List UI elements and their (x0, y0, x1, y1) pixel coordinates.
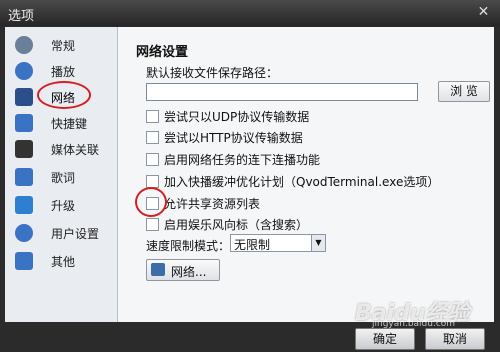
sidebar-item-label: 媒体关联 (51, 143, 100, 157)
title-bar: 选项 ✕ (0, 0, 500, 26)
network-icon (15, 88, 33, 106)
checkbox[interactable] (146, 175, 159, 188)
checkbox[interactable] (146, 218, 159, 231)
sidebar-item-shortcuts[interactable]: 快捷键 (5, 111, 117, 135)
sidebar-item-general[interactable]: 常规 (5, 33, 117, 57)
film-icon (15, 140, 33, 158)
option-label: 尝试以HTTP协议传输数据 (164, 131, 303, 145)
other-icon (15, 252, 33, 270)
ok-button[interactable]: 确定 (355, 328, 415, 350)
option-label: 尝试只以UDP协议传输数据 (164, 110, 310, 124)
sidebar-item-label: 播放 (51, 65, 76, 79)
speed-limit-select[interactable]: 无限制 ▼ (230, 234, 326, 252)
checkbox[interactable] (146, 131, 159, 144)
sidebar-item-label: 用户设置 (51, 227, 100, 241)
sidebar-item-user-settings[interactable]: 用户设置 (5, 221, 117, 245)
user-icon (15, 224, 33, 242)
watermark-url: jingyan.baidu.com (372, 319, 456, 329)
sidebar-item-media-association[interactable]: 媒体关联 (5, 137, 117, 161)
speed-limit-value: 无限制 (234, 238, 271, 252)
network-button[interactable]: 网络... (146, 259, 220, 281)
window-title: 选项 (8, 9, 35, 24)
option-label: 启用娱乐风向标（含搜索） (164, 218, 309, 232)
option-label: 允许共享资源列表 (164, 197, 261, 211)
red-highlight-circle (37, 81, 91, 109)
shortcut-icon (15, 114, 33, 132)
option-label: 加入快播缓冲优化计划（QvodTerminal.exe选项） (164, 175, 440, 189)
sidebar-item-other[interactable]: 其他 (5, 249, 117, 273)
browse-button[interactable]: 浏 览 (438, 81, 490, 102)
save-path-label: 默认接收文件保存路径： (146, 66, 279, 80)
section-heading: 网络设置 (136, 45, 189, 60)
red-highlight-circle (135, 187, 167, 217)
gear-icon (15, 36, 33, 54)
checkbox[interactable] (146, 110, 159, 123)
sidebar: 常规 播放 网络 快捷键 媒体关联 歌词 升级 用户设置 其他 (5, 27, 118, 322)
sidebar-item-label: 快捷键 (51, 117, 88, 131)
network-settings-icon (151, 263, 165, 276)
close-button[interactable]: ✕ (475, 4, 492, 21)
play-icon (15, 62, 33, 80)
checkbox[interactable] (146, 153, 159, 166)
cancel-button[interactable]: 取消 (425, 328, 485, 350)
sidebar-item-label: 其他 (51, 255, 76, 269)
sidebar-item-lyrics[interactable]: 歌词 (5, 165, 117, 189)
chevron-down-icon[interactable]: ▼ (311, 235, 325, 251)
sidebar-item-label: 歌词 (51, 171, 76, 185)
sidebar-item-label: 常规 (51, 39, 76, 53)
network-button-label: 网络... (171, 265, 207, 279)
save-path-input[interactable] (146, 83, 418, 101)
option-label: 启用网络任务的连下连播功能 (164, 153, 321, 167)
lyrics-icon (15, 168, 33, 186)
speed-limit-label: 速度限制模式： (146, 239, 231, 253)
sidebar-item-label: 升级 (51, 199, 76, 213)
sidebar-item-upgrade[interactable]: 升级 (5, 193, 117, 217)
upgrade-icon (15, 196, 33, 214)
network-settings-panel: 网络设置 默认接收文件保存路径： 浏 览 尝试只以UDP协议传输数据 尝试以HT… (118, 27, 494, 322)
sidebar-item-playback[interactable]: 播放 (5, 59, 117, 83)
